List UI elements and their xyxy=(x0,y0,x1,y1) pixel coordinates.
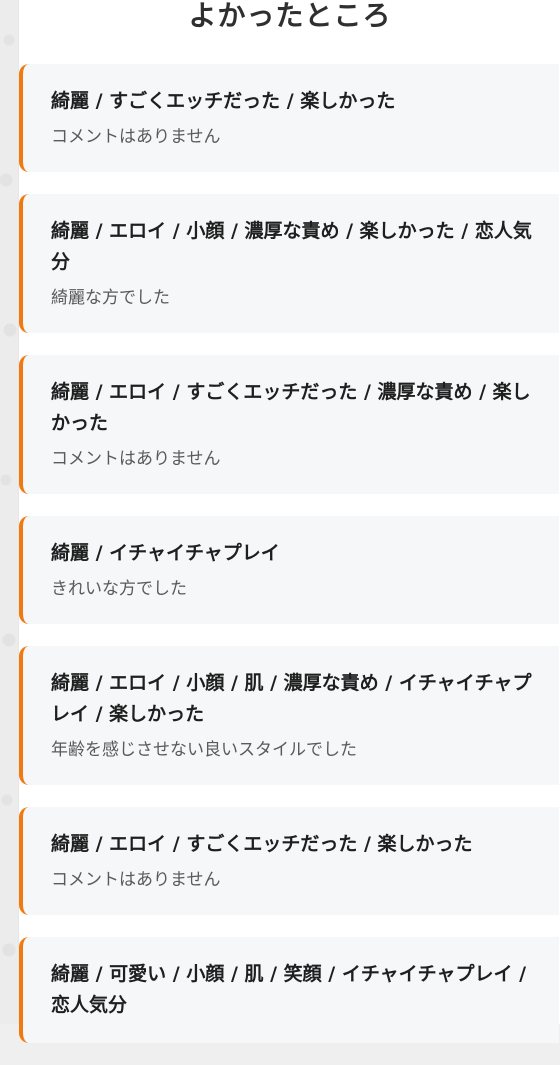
review-card: 綺麗 / エロイ / すごくエッチだった / 楽しかった コメントはありません xyxy=(19,807,559,915)
review-comment: 年齢を感じさせない良いスタイルでした xyxy=(51,740,357,760)
review-card: 綺麗 / エロイ / 小顔 / 肌 / 濃厚な責め / イチャイチャプレイ / … xyxy=(19,646,559,785)
review-tags: 綺麗 / エロイ / 小顔 / 濃厚な責め / 楽しかった / 恋人気分 xyxy=(51,220,532,273)
review-list: 綺麗 / すごくエッチだった / 楽しかった コメントはありません 綺麗 / エ… xyxy=(19,64,560,1065)
review-card: 綺麗 / エロイ / すごくエッチだった / 濃厚な責め / 楽しかった コメン… xyxy=(19,355,559,494)
review-comment: コメントはありません xyxy=(51,870,221,890)
review-card: 綺麗 / イチャイチャプレイ きれいな方でした xyxy=(19,516,559,624)
review-tags: 綺麗 / イチャイチャプレイ xyxy=(51,542,280,564)
review-comment: コメントはありません xyxy=(51,127,221,147)
review-comment: コメントはありません xyxy=(51,449,221,469)
review-card: 綺麗 / 可愛い / 小顔 / 肌 / 笑顔 / イチャイチャプレイ / 恋人気… xyxy=(19,937,559,1043)
review-tags: 綺麗 / エロイ / すごくエッチだった / 濃厚な責め / 楽しかった xyxy=(51,381,531,434)
review-tags: 綺麗 / 可愛い / 小顔 / 肌 / 笑顔 / イチャイチャプレイ / 恋人気… xyxy=(51,963,527,1016)
review-tags: 綺麗 / エロイ / すごくエッチだった / 楽しかった xyxy=(51,833,473,855)
good-points-panel: よかったところ 綺麗 / すごくエッチだった / 楽しかった コメントはありませ… xyxy=(18,0,560,1043)
review-card: 綺麗 / すごくエッチだった / 楽しかった コメントはありません xyxy=(19,64,559,172)
review-card: 綺麗 / エロイ / 小顔 / 濃厚な責め / 楽しかった / 恋人気分 綺麗な… xyxy=(19,194,559,333)
review-comment: 綺麗な方でした xyxy=(51,288,170,308)
background-pattern xyxy=(0,0,18,1024)
review-comment: きれいな方でした xyxy=(51,579,187,599)
review-tags: 綺麗 / エロイ / 小顔 / 肌 / 濃厚な責め / イチャイチャプレイ / … xyxy=(51,672,532,725)
review-tags: 綺麗 / すごくエッチだった / 楽しかった xyxy=(51,90,396,112)
section-title: よかったところ xyxy=(188,0,392,32)
